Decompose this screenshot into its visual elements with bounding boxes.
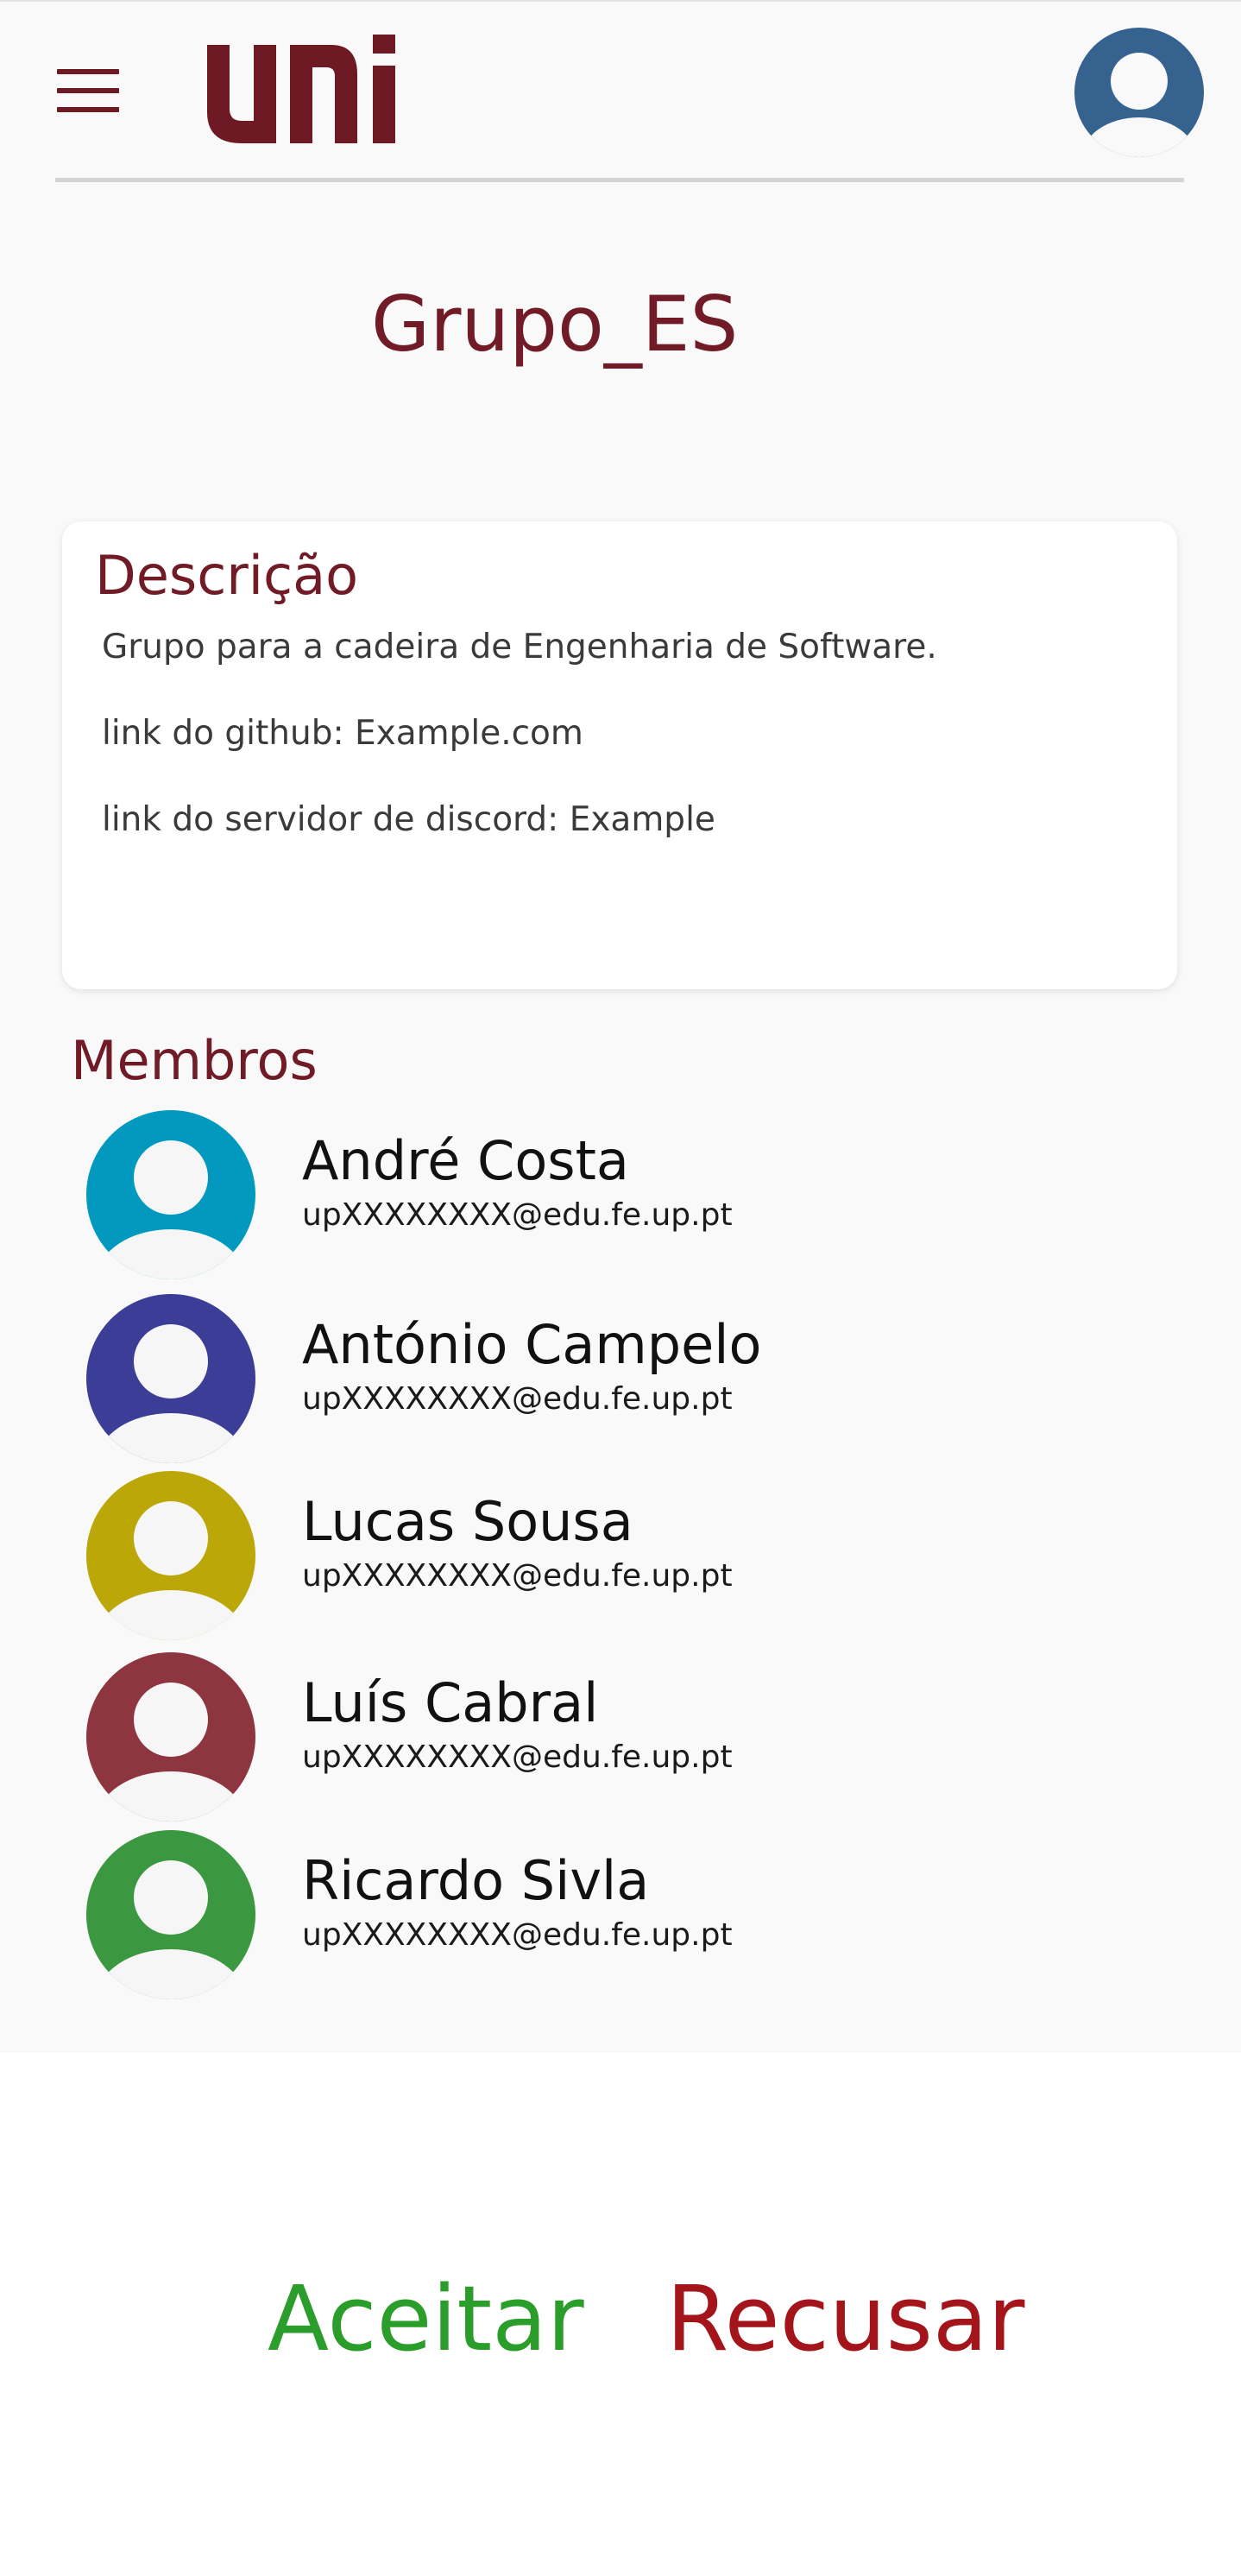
user-avatar-icon[interactable] — [1074, 28, 1204, 157]
member-avatar-icon — [86, 1830, 255, 1999]
menu-line — [57, 69, 119, 74]
member-item[interactable]: André Costa upXXXXXXXX@edu.fe.up.pt — [86, 1110, 1122, 1283]
uni-logo[interactable] — [204, 35, 399, 145]
member-avatar-icon — [86, 1294, 255, 1463]
menu-line — [57, 107, 119, 112]
member-item[interactable]: António Campelo upXXXXXXXX@edu.fe.up.pt — [86, 1294, 1122, 1467]
member-email: upXXXXXXXX@edu.fe.up.pt — [302, 1739, 733, 1775]
member-item[interactable]: Lucas Sousa upXXXXXXXX@edu.fe.up.pt — [86, 1471, 1122, 1644]
member-avatar-icon — [86, 1471, 255, 1640]
member-email: upXXXXXXXX@edu.fe.up.pt — [302, 1558, 733, 1594]
members-heading: Membros — [71, 1029, 318, 1092]
hamburger-menu-icon[interactable] — [57, 69, 119, 112]
description-card: Descrição Grupo para a cadeira de Engenh… — [62, 521, 1177, 989]
member-avatar-icon — [86, 1110, 255, 1279]
member-email: upXXXXXXXX@edu.fe.up.pt — [302, 1197, 733, 1233]
description-text: Grupo para a cadeira de Engenharia de So… — [102, 628, 937, 666]
discord-link-text: link do servidor de discord: Example — [102, 800, 715, 839]
description-heading: Descrição — [95, 544, 359, 607]
member-name: Lucas Sousa — [302, 1490, 633, 1553]
github-link-text: link do github: Example.com — [102, 714, 583, 753]
member-email: upXXXXXXXX@edu.fe.up.pt — [302, 1381, 733, 1417]
member-avatar-icon — [86, 1652, 255, 1822]
menu-line — [57, 88, 119, 93]
app-content: Grupo_ES Descrição Grupo para a cadeira … — [0, 0, 1241, 2053]
header-divider — [55, 178, 1184, 182]
member-name: Luís Cabral — [302, 1671, 599, 1734]
reject-button[interactable]: Recusar — [666, 2274, 1024, 2364]
member-item[interactable]: Luís Cabral upXXXXXXXX@edu.fe.up.pt — [86, 1652, 1122, 1825]
member-name: Ricardo Sivla — [302, 1849, 650, 1912]
member-name: André Costa — [302, 1129, 629, 1192]
page-title: Grupo_ES — [371, 280, 739, 369]
member-item[interactable]: Ricardo Sivla upXXXXXXXX@edu.fe.up.pt — [86, 1830, 1122, 2003]
member-email: upXXXXXXXX@edu.fe.up.pt — [302, 1917, 733, 1953]
accept-button[interactable]: Aceitar — [268, 2274, 584, 2364]
member-name: António Campelo — [302, 1313, 762, 1376]
